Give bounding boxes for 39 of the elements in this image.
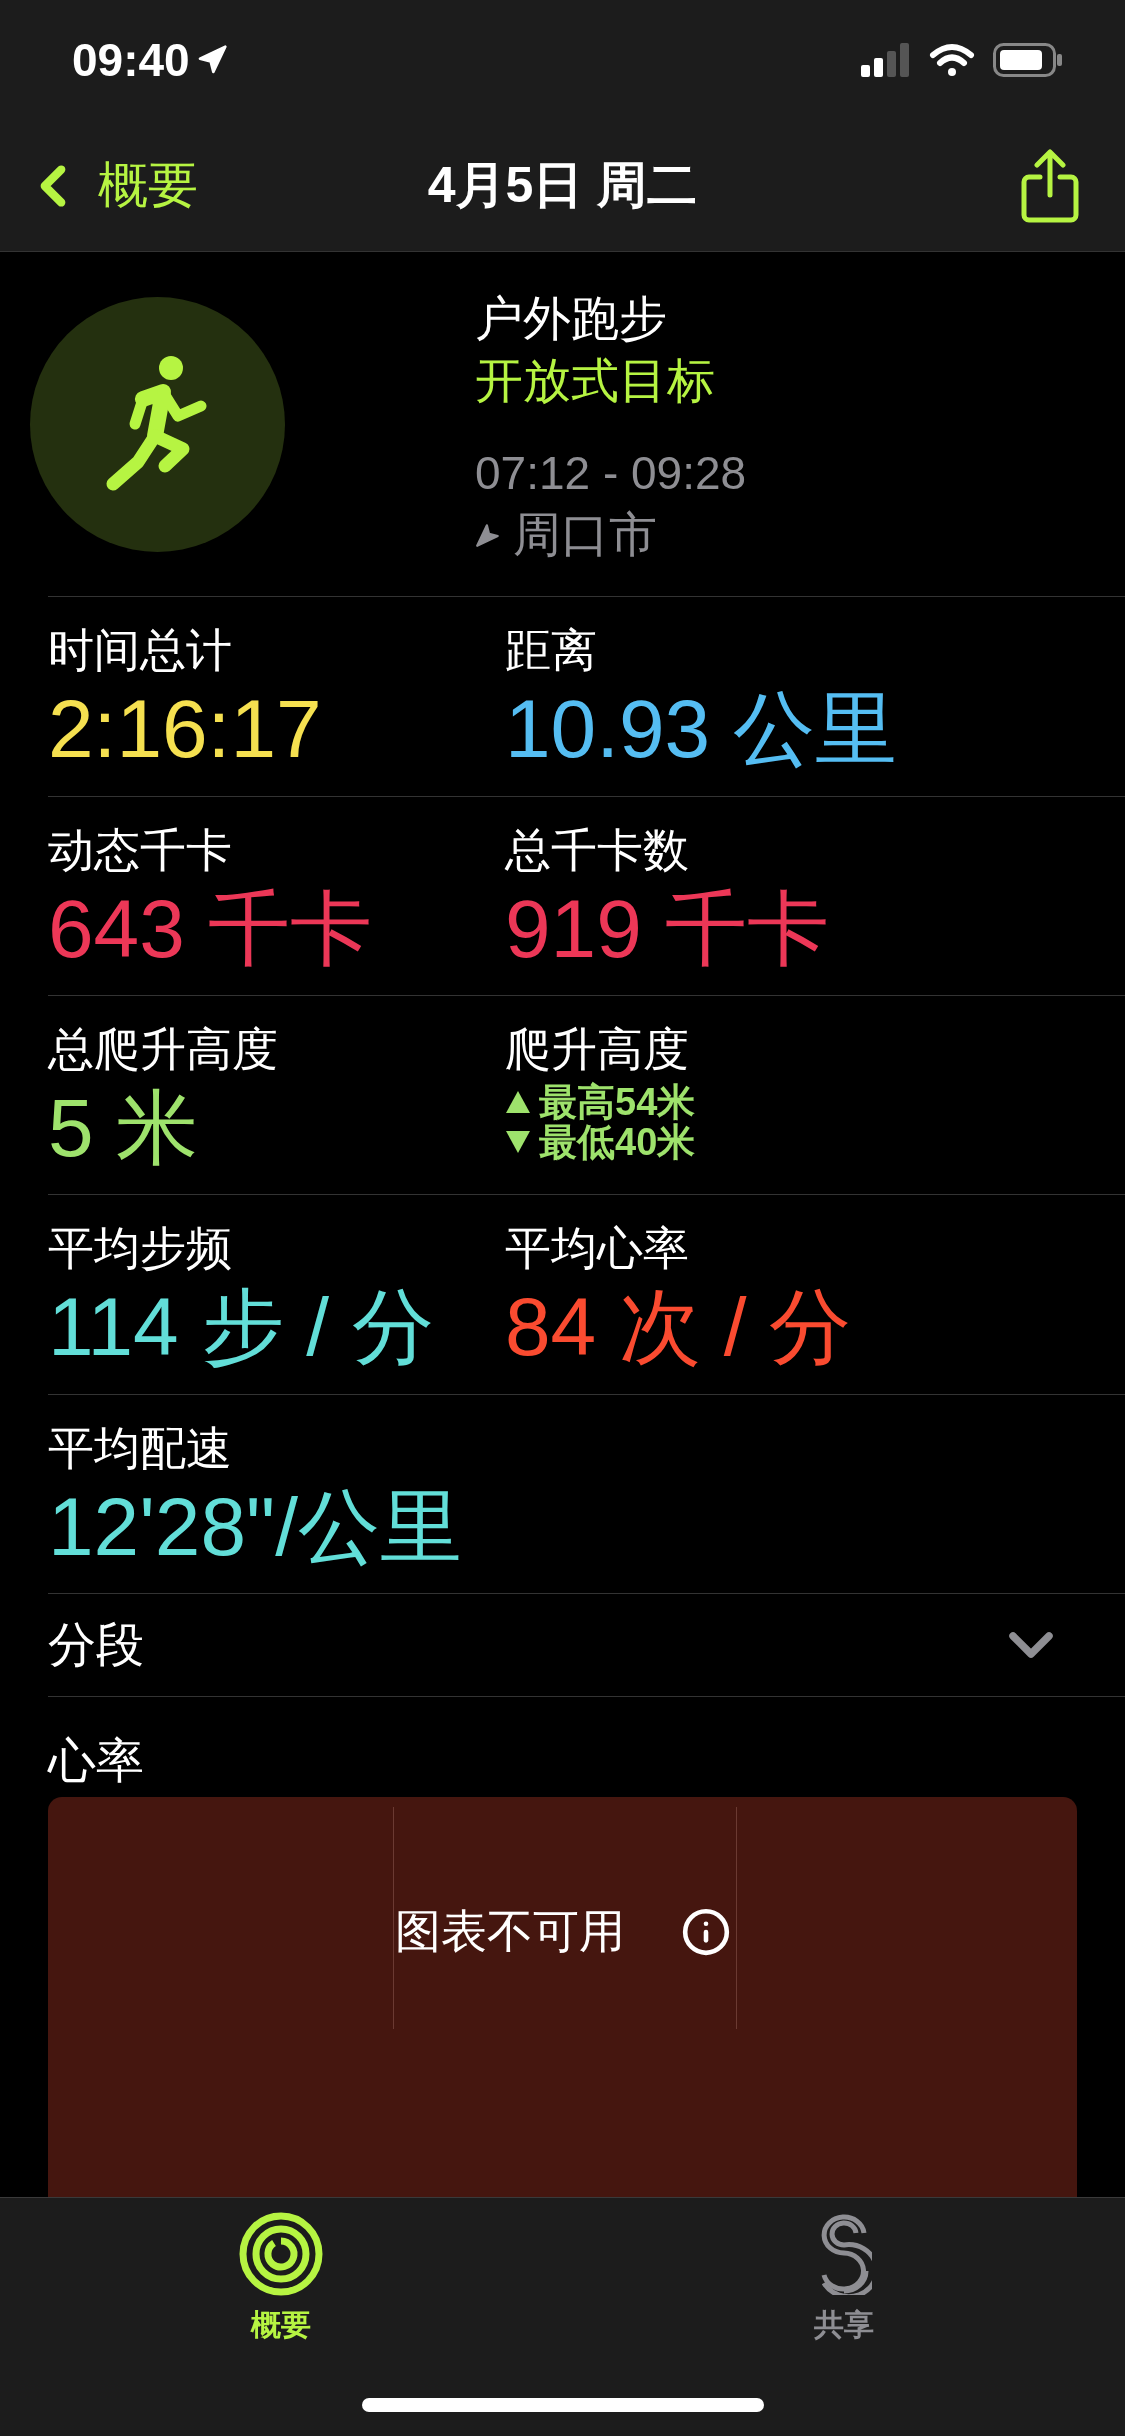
splits-row[interactable]: 分段 bbox=[48, 1592, 1125, 1697]
up-triangle-icon bbox=[505, 1089, 531, 1114]
signal-icon bbox=[861, 43, 911, 77]
stat-value: 12'28"/公里 bbox=[48, 1479, 463, 1574]
share-button[interactable] bbox=[1021, 148, 1079, 223]
stat-label: 平均配速 bbox=[48, 1420, 233, 1476]
info-icon[interactable] bbox=[680, 1906, 731, 1957]
back-button[interactable]: 概要 bbox=[20, 148, 198, 223]
highest-elevation: 最高54米 bbox=[539, 1081, 696, 1122]
wifi-icon bbox=[929, 43, 975, 77]
stat-label: 时间总计 bbox=[48, 623, 233, 679]
battery-icon bbox=[993, 43, 1063, 77]
stat-value: 84 次 / 分 bbox=[505, 1280, 853, 1375]
tab-bar-item[interactable]: 概要 bbox=[0, 2210, 563, 2347]
stat-label: 总千卡数 bbox=[505, 822, 690, 878]
rings-icon bbox=[238, 2211, 325, 2297]
section-title: 心率 bbox=[48, 1733, 145, 1789]
workout-goal: 开放式目标 bbox=[475, 353, 716, 410]
tab-bar-item[interactable]: 共享 bbox=[562, 2210, 1125, 2347]
stat-value: 10.93 公里 bbox=[505, 682, 898, 777]
stat-label: 平均步频 bbox=[48, 1221, 233, 1277]
stat-value: 2:16:17 bbox=[48, 682, 323, 777]
stat-label: 距离 bbox=[505, 623, 598, 679]
stat-value: 5 米 bbox=[48, 1080, 200, 1175]
nav-title: 4月5日 周二 bbox=[427, 156, 698, 215]
down-triangle-icon bbox=[505, 1129, 531, 1154]
location-arrow-icon bbox=[475, 522, 501, 549]
stat-value: 643 千卡 bbox=[48, 881, 373, 976]
stat-label: 总爬升高度 bbox=[48, 1021, 279, 1077]
workout-type: 户外跑步 bbox=[475, 291, 668, 348]
stat-label: 爬升高度 bbox=[505, 1021, 690, 1077]
workout-location: 周口市 bbox=[513, 507, 657, 564]
stat-label: 平均心率 bbox=[505, 1221, 690, 1277]
stat-value: 919 千卡 bbox=[505, 881, 830, 976]
stat-label: 动态千卡 bbox=[48, 822, 233, 878]
workout-time-range: 07:12 - 09:28 bbox=[475, 446, 747, 502]
lowest-elevation: 最低40米 bbox=[539, 1121, 696, 1162]
status-time: 09:40 bbox=[72, 32, 190, 88]
stat-value: 114 步 / 分 bbox=[48, 1280, 435, 1375]
